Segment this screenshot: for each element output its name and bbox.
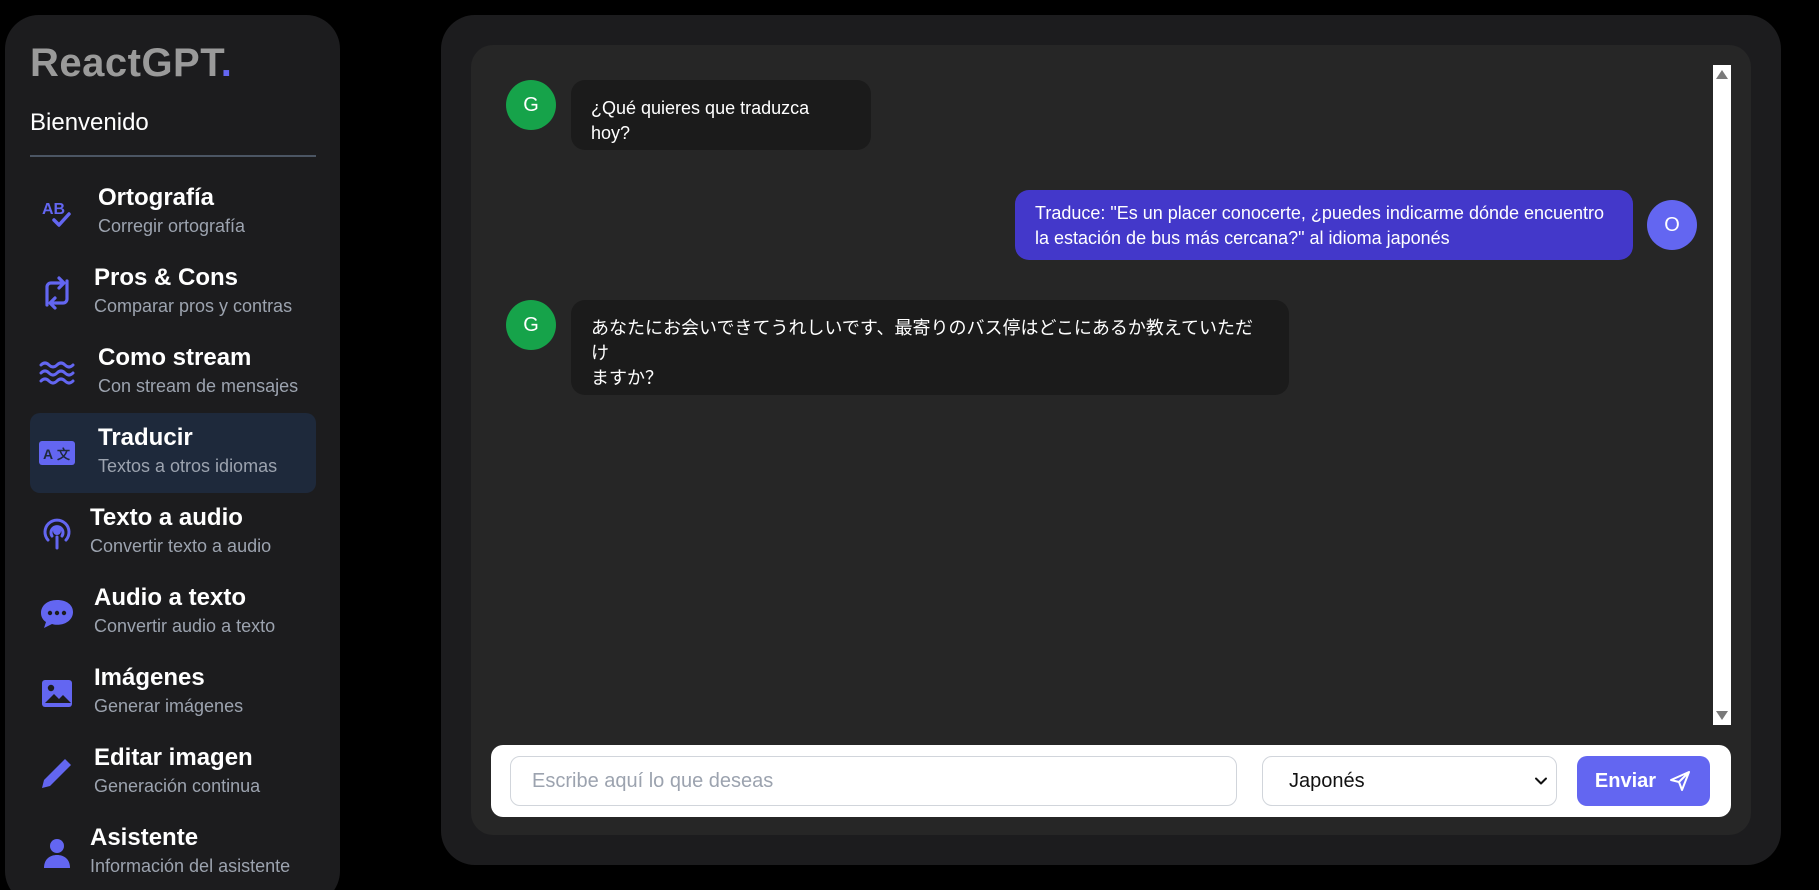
svg-text:AB: AB [42, 201, 65, 218]
message-input[interactable] [510, 756, 1237, 806]
language-select-value: Japonés [1289, 769, 1365, 792]
sidebar-item-subtitle: Información del asistente [90, 856, 291, 876]
sidebar-item-title: Imágenes [94, 664, 205, 691]
sidebar-item-title: Texto a audio [90, 504, 243, 531]
bot-avatar: G [506, 80, 556, 130]
pencil-icon [39, 755, 75, 791]
sidebar-item-imagenes[interactable]: Imágenes Generar imágenes [30, 653, 316, 733]
sidebar-item-title: Audio a texto [94, 584, 247, 611]
sidebar-item-texto-a-audio[interactable]: Texto a audio Convertir texto a audio [30, 493, 316, 573]
message-text-line: la estación de bus más cercana?" al idio… [1035, 228, 1450, 248]
sidebar-item-pros-cons[interactable]: Pros & Cons Comparar pros y contras [30, 253, 316, 333]
language-select[interactable]: Japonés [1262, 756, 1557, 806]
sidebar-item-subtitle: Generar imágenes [94, 696, 244, 716]
sidebar-item-title: Ortografía [98, 184, 215, 211]
sidebar-item-subtitle: Comparar pros y contras [94, 296, 293, 316]
app-logo[interactable]: ReactGPT. [30, 43, 315, 83]
message-text-line: あなたにお会いできてうれしいです、最寄りのバス停はどこにあるか教えていただけ [591, 318, 1254, 363]
chat-container: G ¿Qué quieres que traduzca hoy? Traduce… [471, 45, 1751, 835]
sidebar-item-title: Editar imagen [94, 744, 253, 771]
message-list: G ¿Qué quieres que traduzca hoy? Traduce… [471, 45, 1716, 725]
translate-icon: A文 [39, 435, 75, 471]
sidebar-item-ortografia[interactable]: AB Ortografía Corregir ortografía [30, 173, 316, 253]
user-icon [39, 835, 75, 871]
sidebar-divider [30, 155, 316, 157]
sidebar-item-subtitle: Generación continua [94, 776, 261, 796]
message-text: ¿Qué quieres que traduzca hoy? [591, 98, 810, 143]
bot-message: ¿Qué quieres que traduzca hoy? [571, 80, 871, 150]
paper-plane-icon [1670, 771, 1691, 791]
send-button-label: Enviar [1594, 769, 1657, 792]
podcast-icon [39, 515, 75, 551]
sidebar-item-subtitle: Convertir audio a texto [94, 616, 276, 636]
arrows-swap-icon [39, 275, 75, 311]
sidebar-item-subtitle: Textos a otros idiomas [98, 456, 278, 476]
svg-text:文: 文 [57, 447, 71, 463]
svg-text:A: A [43, 446, 53, 462]
bot-message: あなたにお会いできてうれしいです、最寄りのバス停はどこにあるか教えていただけ ま… [571, 300, 1289, 395]
user-avatar: O [1647, 200, 1697, 250]
scroll-down-icon[interactable] [1716, 711, 1728, 720]
sidebar-item-editar-imagen[interactable]: Editar imagen Generación continua [30, 733, 316, 813]
message-text-line: ますか？ [591, 368, 663, 388]
sidebar-item-audio-a-texto[interactable]: Audio a texto Convertir audio a texto [30, 573, 316, 653]
message-scrollbar[interactable] [1713, 65, 1731, 725]
sidebar: ReactGPT. Bienvenido AB Ortografía Corre… [5, 15, 340, 890]
sidebar-item-title: Pros & Cons [94, 264, 239, 291]
input-bar: Japonés Enviar [491, 745, 1731, 817]
sidebar-item-title: Traducir [98, 424, 193, 451]
sidebar-item-title: Asistente [90, 824, 199, 851]
message-text-line: Traduce: "Es un placer conocerte, ¿puede… [1035, 203, 1605, 223]
spellcheck-icon: AB [39, 195, 75, 231]
main-panel: G ¿Qué quieres que traduzca hoy? Traduce… [441, 15, 1781, 865]
sidebar-item-title: Como stream [98, 344, 252, 371]
bot-avatar: G [506, 300, 556, 350]
welcome-text: Bienvenido [30, 109, 149, 136]
sidebar-item-como-stream[interactable]: Como stream Con stream de mensajes [30, 333, 316, 413]
sidebar-item-subtitle: Convertir texto a audio [90, 536, 272, 556]
sidebar-nav: AB Ortografía Corregir ortografía Pros &… [30, 173, 316, 890]
sidebar-item-subtitle: Corregir ortografía [98, 216, 246, 236]
sidebar-item-traducir[interactable]: A文 Traducir Textos a otros idiomas [30, 413, 316, 493]
chevron-down-icon [1535, 777, 1547, 785]
scroll-up-icon[interactable] [1716, 70, 1728, 79]
user-message: Traduce: "Es un placer conocerte, ¿puede… [1015, 190, 1633, 260]
waves-icon [39, 355, 75, 391]
send-button[interactable]: Enviar [1577, 756, 1710, 806]
sidebar-item-subtitle: Con stream de mensajes [98, 376, 299, 396]
chat-bubble-icon [39, 595, 75, 631]
image-icon [39, 675, 75, 711]
sidebar-item-asistente[interactable]: Asistente Información del asistente [30, 813, 316, 890]
